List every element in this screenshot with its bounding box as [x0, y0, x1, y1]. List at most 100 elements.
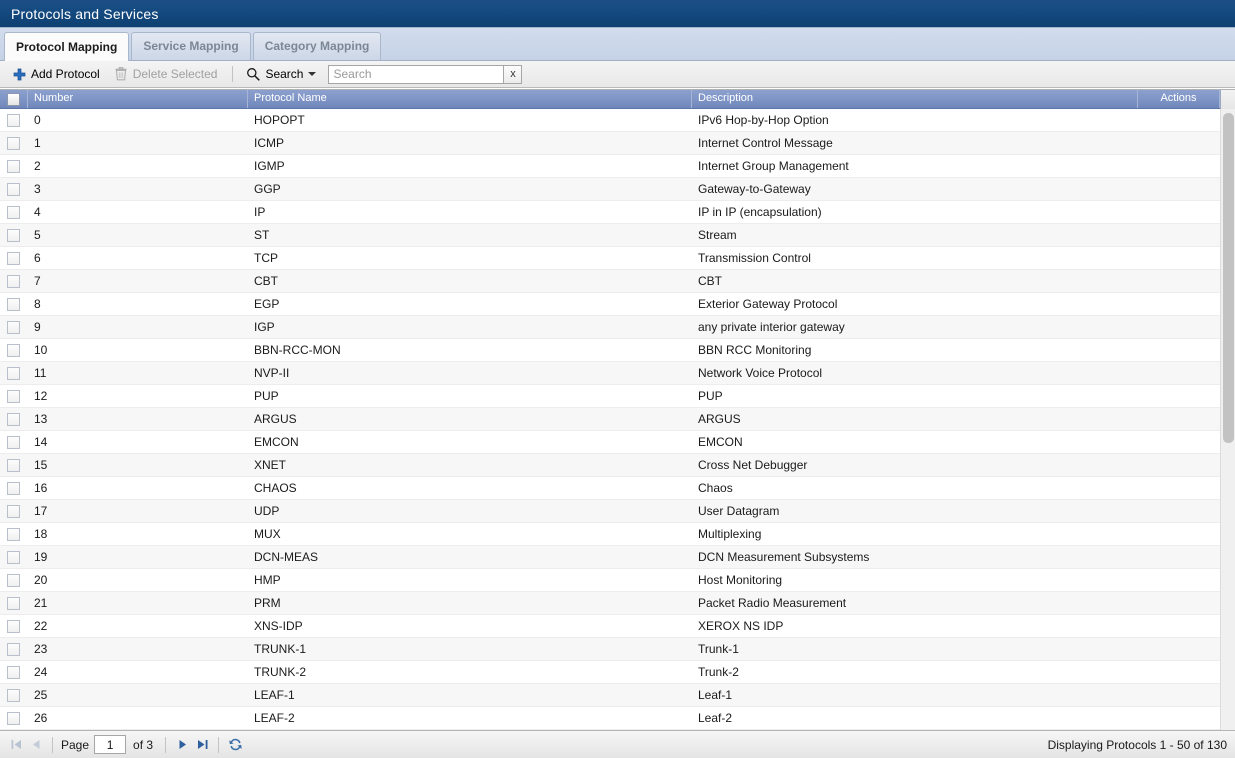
table-row[interactable]: 26 LEAF-2 Leaf-2 [0, 707, 1235, 730]
table-row[interactable]: 21 PRM Packet Radio Measurement [0, 592, 1235, 615]
cell-actions[interactable] [1138, 431, 1220, 453]
select-all-header-cell[interactable] [0, 90, 28, 108]
row-select-cell[interactable] [0, 339, 28, 361]
row-checkbox[interactable] [7, 389, 20, 403]
table-row[interactable]: 0 HOPOPT IPv6 Hop-by-Hop Option [0, 109, 1235, 132]
table-row[interactable]: 13 ARGUS ARGUS [0, 408, 1235, 431]
row-select-cell[interactable] [0, 109, 28, 131]
cell-actions[interactable] [1138, 546, 1220, 568]
row-checkbox[interactable] [7, 458, 20, 472]
column-header-description[interactable]: Description [692, 90, 1138, 108]
column-header-number[interactable]: Number [28, 90, 248, 108]
cell-actions[interactable] [1138, 500, 1220, 522]
cell-actions[interactable] [1138, 247, 1220, 269]
cell-actions[interactable] [1138, 293, 1220, 315]
row-checkbox[interactable] [7, 481, 20, 495]
cell-actions[interactable] [1138, 615, 1220, 637]
row-select-cell[interactable] [0, 684, 28, 706]
row-checkbox[interactable] [7, 343, 20, 357]
row-select-cell[interactable] [0, 178, 28, 200]
table-row[interactable]: 1 ICMP Internet Control Message [0, 132, 1235, 155]
cell-actions[interactable] [1138, 707, 1220, 729]
row-select-cell[interactable] [0, 270, 28, 292]
row-select-cell[interactable] [0, 477, 28, 499]
page-number-input[interactable] [94, 735, 127, 754]
cell-actions[interactable] [1138, 638, 1220, 660]
row-checkbox[interactable] [7, 596, 20, 610]
tab-protocol-mapping[interactable]: Protocol Mapping [4, 32, 130, 61]
table-row[interactable]: 20 HMP Host Monitoring [0, 569, 1235, 592]
table-row[interactable]: 15 XNET Cross Net Debugger [0, 454, 1235, 477]
row-select-cell[interactable] [0, 247, 28, 269]
search-menu-button[interactable]: Search [240, 64, 324, 85]
row-select-cell[interactable] [0, 385, 28, 407]
row-checkbox[interactable] [7, 251, 20, 265]
cell-actions[interactable] [1138, 155, 1220, 177]
row-checkbox[interactable] [7, 642, 20, 656]
table-row[interactable]: 9 IGP any private interior gateway [0, 316, 1235, 339]
tab-category-mapping[interactable]: Category Mapping [252, 32, 382, 60]
tab-service-mapping[interactable]: Service Mapping [131, 32, 251, 60]
row-select-cell[interactable] [0, 155, 28, 177]
table-row[interactable]: 4 IP IP in IP (encapsulation) [0, 201, 1235, 224]
row-select-cell[interactable] [0, 362, 28, 384]
row-select-cell[interactable] [0, 523, 28, 545]
row-checkbox[interactable] [7, 366, 20, 380]
cell-actions[interactable] [1138, 661, 1220, 683]
cell-actions[interactable] [1138, 523, 1220, 545]
row-select-cell[interactable] [0, 638, 28, 660]
cell-actions[interactable] [1138, 201, 1220, 223]
table-row[interactable]: 25 LEAF-1 Leaf-1 [0, 684, 1235, 707]
row-select-cell[interactable] [0, 408, 28, 430]
scrollbar-thumb[interactable] [1223, 113, 1234, 443]
row-select-cell[interactable] [0, 569, 28, 591]
cell-actions[interactable] [1138, 270, 1220, 292]
cell-actions[interactable] [1138, 178, 1220, 200]
table-row[interactable]: 8 EGP Exterior Gateway Protocol [0, 293, 1235, 316]
prev-page-button[interactable] [26, 735, 46, 755]
delete-selected-button[interactable]: Delete Selected [108, 64, 226, 85]
row-select-cell[interactable] [0, 500, 28, 522]
select-all-checkbox[interactable] [7, 92, 20, 106]
table-row[interactable]: 18 MUX Multiplexing [0, 523, 1235, 546]
row-checkbox[interactable] [7, 688, 20, 702]
row-checkbox[interactable] [7, 228, 20, 242]
row-checkbox[interactable] [7, 665, 20, 679]
table-row[interactable]: 23 TRUNK-1 Trunk-1 [0, 638, 1235, 661]
row-select-cell[interactable] [0, 224, 28, 246]
column-header-protocol-name[interactable]: Protocol Name [248, 90, 692, 108]
cell-actions[interactable] [1138, 408, 1220, 430]
row-checkbox[interactable] [7, 412, 20, 426]
cell-actions[interactable] [1138, 224, 1220, 246]
row-checkbox[interactable] [7, 113, 20, 127]
table-row[interactable]: 5 ST Stream [0, 224, 1235, 247]
add-protocol-button[interactable]: Add Protocol [6, 64, 108, 85]
table-row[interactable]: 22 XNS-IDP XEROX NS IDP [0, 615, 1235, 638]
row-checkbox[interactable] [7, 527, 20, 541]
row-checkbox[interactable] [7, 435, 20, 449]
row-checkbox[interactable] [7, 550, 20, 564]
row-select-cell[interactable] [0, 592, 28, 614]
row-checkbox[interactable] [7, 205, 20, 219]
cell-actions[interactable] [1138, 569, 1220, 591]
table-row[interactable]: 19 DCN-MEAS DCN Measurement Subsystems [0, 546, 1235, 569]
next-page-button[interactable] [172, 735, 192, 755]
cell-actions[interactable] [1138, 109, 1220, 131]
search-input[interactable] [328, 64, 504, 84]
row-select-cell[interactable] [0, 293, 28, 315]
grid-vertical-scrollbar[interactable] [1220, 109, 1235, 731]
row-select-cell[interactable] [0, 546, 28, 568]
row-select-cell[interactable] [0, 661, 28, 683]
row-select-cell[interactable] [0, 707, 28, 729]
cell-actions[interactable] [1138, 592, 1220, 614]
row-select-cell[interactable] [0, 615, 28, 637]
row-checkbox[interactable] [7, 619, 20, 633]
cell-actions[interactable] [1138, 362, 1220, 384]
row-select-cell[interactable] [0, 201, 28, 223]
row-checkbox[interactable] [7, 274, 20, 288]
row-checkbox[interactable] [7, 182, 20, 196]
cell-actions[interactable] [1138, 385, 1220, 407]
table-row[interactable]: 7 CBT CBT [0, 270, 1235, 293]
cell-actions[interactable] [1138, 339, 1220, 361]
row-checkbox[interactable] [7, 504, 20, 518]
